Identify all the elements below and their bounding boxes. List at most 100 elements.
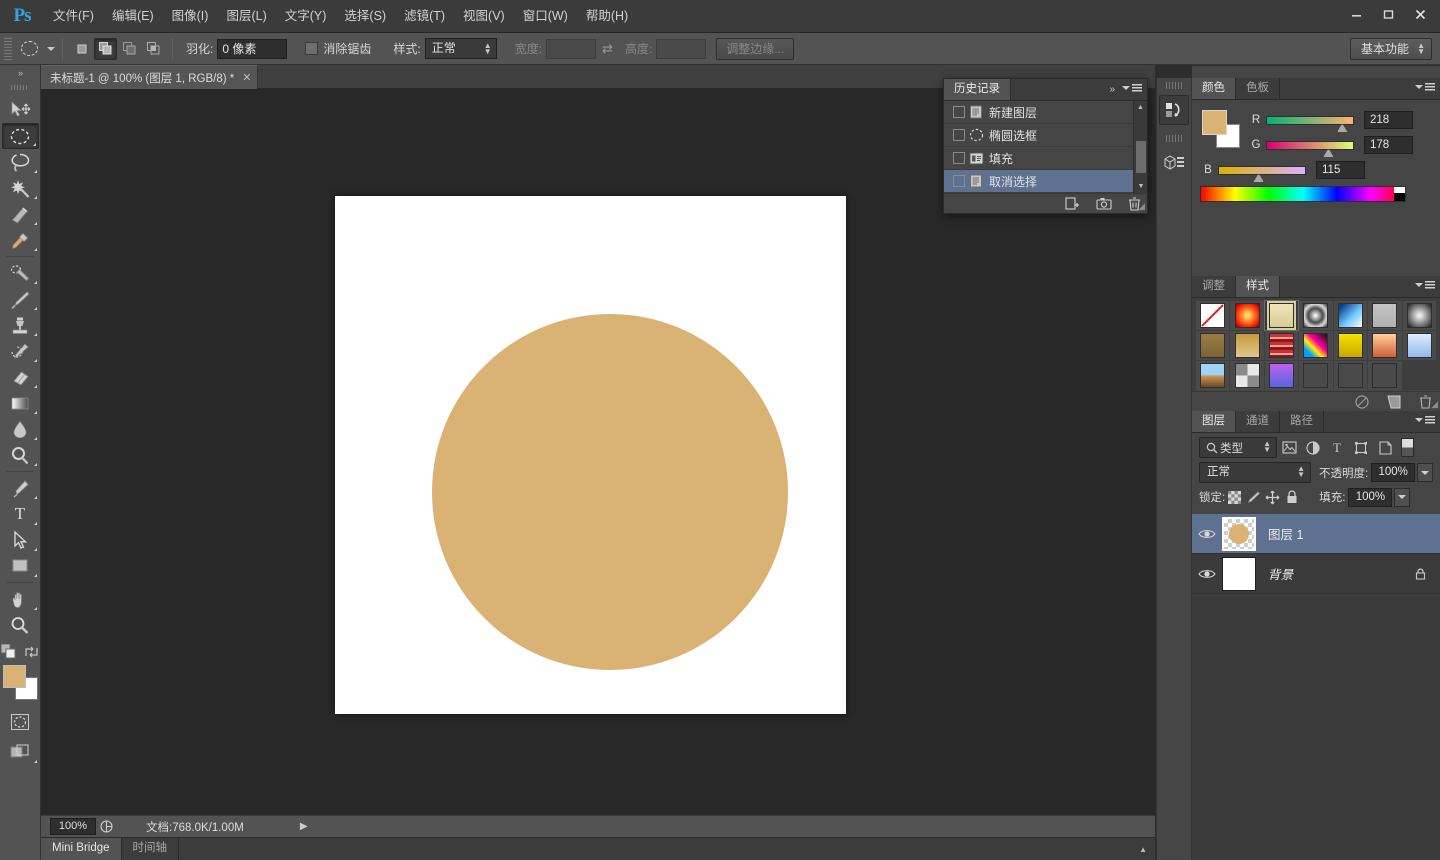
width-input[interactable] xyxy=(546,38,597,59)
mini-bridge-rail-icon[interactable] xyxy=(1159,95,1189,125)
tab-channels[interactable]: 通道 xyxy=(1236,411,1280,432)
layer-visibility-toggle[interactable] xyxy=(1192,568,1222,580)
tab-paths[interactable]: 路径 xyxy=(1280,411,1324,432)
lock-all-icon[interactable] xyxy=(1282,490,1301,504)
lightblue-style[interactable] xyxy=(1402,331,1436,360)
layers-panel-menu-button[interactable] xyxy=(1415,416,1435,424)
options-bar-grip[interactable] xyxy=(4,37,12,60)
menu-view[interactable]: 视图(V) xyxy=(454,0,514,33)
blue-slider-knob[interactable] xyxy=(1253,173,1265,183)
landscape-style[interactable] xyxy=(1196,361,1230,390)
status-proxy-icon[interactable] xyxy=(96,820,116,833)
menu-type[interactable]: 文字(Y) xyxy=(276,0,336,33)
cream-bevel-style[interactable] xyxy=(1263,300,1300,331)
red-slider-track[interactable] xyxy=(1266,115,1354,133)
tab-mini-bridge[interactable]: Mini Bridge xyxy=(41,838,122,860)
layer-visibility-toggle[interactable] xyxy=(1192,528,1222,540)
history-brush-tool[interactable] xyxy=(2,338,39,364)
scroll-down-icon[interactable]: ▼ xyxy=(1134,180,1148,193)
scrollbar-thumb[interactable] xyxy=(1136,141,1146,173)
rectangle-tool[interactable] xyxy=(2,553,39,579)
hand-tool[interactable] xyxy=(2,586,39,612)
history-item[interactable]: 填充 xyxy=(944,147,1133,170)
style-select[interactable]: 正常 ▲ ▼ xyxy=(424,38,497,59)
scroll-up-icon[interactable]: ▲ xyxy=(1134,101,1147,114)
menu-layer[interactable]: 图层(L) xyxy=(217,0,275,33)
toolbar-grip[interactable] xyxy=(11,81,29,93)
eyedropper-tool[interactable] xyxy=(2,227,39,253)
layer-name[interactable]: 图层 1 xyxy=(1268,524,1303,543)
brown-matte-style[interactable] xyxy=(1196,331,1230,360)
delete-style-icon[interactable] xyxy=(1419,394,1432,409)
panel-resize-grip[interactable]: ◢ xyxy=(1138,201,1145,212)
new-document-from-state-icon[interactable] xyxy=(1065,196,1080,211)
empty-style-3[interactable] xyxy=(1368,361,1402,390)
filter-adjustment-icon[interactable] xyxy=(1301,437,1325,458)
rainbow-abstract-style[interactable] xyxy=(1299,331,1333,360)
brush-tool[interactable] xyxy=(2,286,39,312)
filter-pixel-icon[interactable] xyxy=(1277,437,1301,458)
menu-image[interactable]: 图像(I) xyxy=(163,0,218,33)
workspace-selector[interactable]: 基本功能 ▲ ▼ xyxy=(1349,38,1432,60)
red-stripes-style[interactable] xyxy=(1264,331,1299,360)
filter-smart-icon[interactable] xyxy=(1373,437,1397,458)
dodge-tool[interactable] xyxy=(2,442,39,468)
antialias-checkbox[interactable] xyxy=(305,42,319,55)
screen-mode-button[interactable] xyxy=(2,739,39,765)
opacity-input[interactable]: 100% xyxy=(1371,463,1416,482)
eraser-tool[interactable] xyxy=(2,364,39,390)
empty-style-2[interactable] xyxy=(1333,361,1368,390)
status-menu-arrow-icon[interactable]: ▶ xyxy=(300,821,308,832)
height-input[interactable] xyxy=(656,38,707,59)
clear-style-icon[interactable] xyxy=(1355,394,1369,409)
document-canvas[interactable] xyxy=(335,196,846,714)
move-tool[interactable] xyxy=(2,97,39,123)
yellow-block-style[interactable] xyxy=(1333,331,1368,360)
green-slider-knob[interactable] xyxy=(1322,148,1334,158)
lock-position-icon[interactable] xyxy=(1263,490,1282,505)
red-glow-style[interactable] xyxy=(1230,301,1264,330)
path-selection-tool[interactable] xyxy=(2,527,39,553)
blue-value-input[interactable]: 115 xyxy=(1316,161,1365,179)
new-style-icon[interactable] xyxy=(1387,395,1401,409)
table-row[interactable]: 图层 1 xyxy=(1192,514,1440,554)
blur-tool[interactable] xyxy=(2,416,39,442)
subtract-from-selection-button[interactable] xyxy=(118,38,141,60)
tab-color[interactable]: 颜色 xyxy=(1192,78,1236,99)
maximize-button[interactable] xyxy=(1373,2,1404,26)
sunset-style[interactable] xyxy=(1368,331,1402,360)
zoom-tool[interactable] xyxy=(2,612,39,638)
noise-texture-style[interactable] xyxy=(1230,361,1264,390)
crop-tool[interactable] xyxy=(2,201,39,227)
panel-resize-grip[interactable]: ◢ xyxy=(1431,399,1438,410)
fill-input[interactable]: 100% xyxy=(1348,487,1393,507)
close-button[interactable] xyxy=(1405,2,1436,26)
gray-flat-style[interactable] xyxy=(1368,301,1402,330)
history-scrollbar[interactable]: ▲ ▼ xyxy=(1133,101,1147,193)
history-panel-menu-button[interactable] xyxy=(1122,84,1142,92)
purple-gradient-style[interactable] xyxy=(1264,361,1299,390)
history-snapshot-checkbox[interactable] xyxy=(953,129,965,141)
blue-sky-style[interactable] xyxy=(1333,301,1368,330)
new-selection-button[interactable] xyxy=(70,38,93,60)
menu-filter[interactable]: 滤镜(T) xyxy=(395,0,454,33)
marquee-tool[interactable] xyxy=(1,123,39,149)
rail-grip[interactable] xyxy=(1166,82,1182,89)
filter-type-icon[interactable]: T xyxy=(1325,437,1349,458)
rail-grip[interactable] xyxy=(1166,135,1182,142)
blue-slider-track[interactable] xyxy=(1218,165,1306,183)
metal-spiral-style[interactable] xyxy=(1299,301,1333,330)
layer-filter-kind-select[interactable]: 类型 ▲ ▼ xyxy=(1199,437,1277,458)
tool-preset-chevron-down-icon[interactable] xyxy=(47,46,55,51)
tool-preset-picker[interactable] xyxy=(15,37,43,61)
default-colors-icon[interactable] xyxy=(1,644,17,659)
type-tool[interactable]: T xyxy=(2,501,39,527)
layer-thumbnail[interactable] xyxy=(1222,516,1256,551)
dark-vignette-style[interactable] xyxy=(1402,301,1436,330)
color-panel-menu-button[interactable] xyxy=(1415,83,1435,91)
add-to-selection-button[interactable] xyxy=(94,37,117,60)
none-style[interactable] xyxy=(1196,301,1230,330)
history-snapshot-checkbox[interactable] xyxy=(953,175,965,187)
black-swatch[interactable] xyxy=(1394,193,1405,201)
bottom-panel-chevron-up-icon[interactable]: ▲ xyxy=(1139,845,1147,854)
